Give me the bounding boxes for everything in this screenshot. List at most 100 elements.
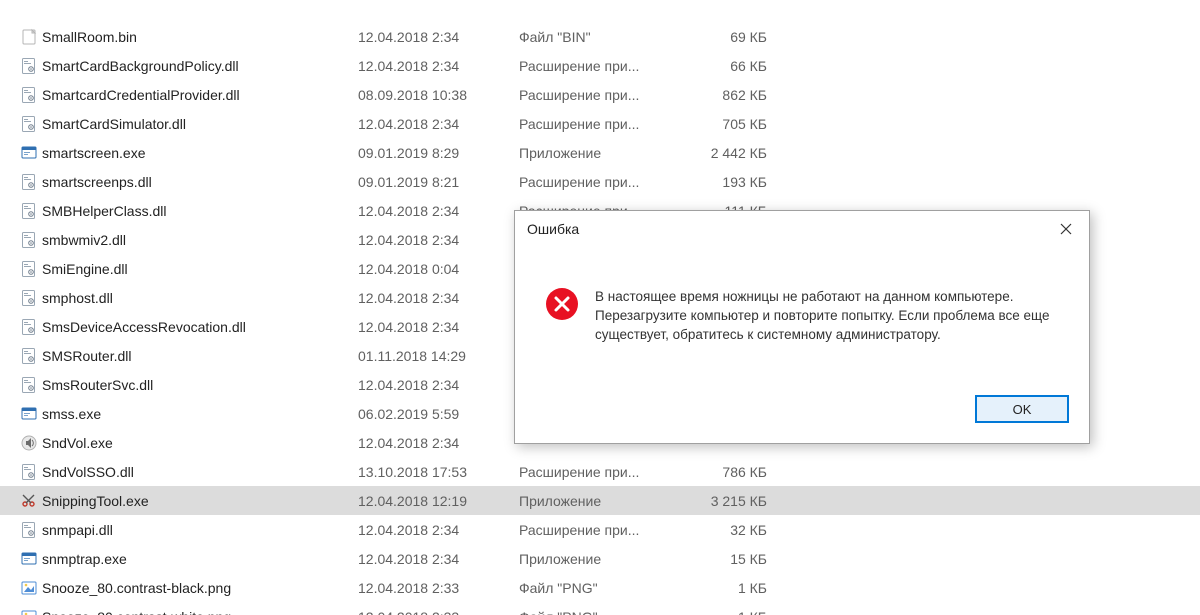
file-date: 12.04.2018 2:34 [358, 58, 519, 74]
file-type: Расширение при... [519, 174, 693, 190]
file-date: 12.04.2018 2:34 [358, 232, 519, 248]
file-date: 12.04.2018 2:33 [358, 609, 519, 615]
dialog-message: В настоящее время ножницы не работают на… [595, 287, 1063, 344]
close-icon[interactable] [1043, 211, 1089, 247]
file-date: 12.04.2018 2:34 [358, 435, 519, 451]
file-name: SmartcardCredentialProvider.dll [42, 87, 240, 103]
file-size: 786 КБ [693, 464, 773, 480]
png-icon [20, 579, 38, 597]
file-name: smbwmiv2.dll [42, 232, 126, 248]
file-size: 2 442 КБ [693, 145, 773, 161]
dll-icon [20, 521, 38, 539]
file-size: 1 КБ [693, 609, 773, 615]
file-type: Файл "PNG" [519, 609, 693, 615]
file-date: 09.01.2019 8:29 [358, 145, 519, 161]
dll-icon [20, 86, 38, 104]
file-type: Расширение при... [519, 87, 693, 103]
file-name: SndVolSSO.dll [42, 464, 134, 480]
file-name: Snooze_80.contrast-white.png [42, 609, 231, 615]
file-size: 705 КБ [693, 116, 773, 132]
file-size: 193 КБ [693, 174, 773, 190]
file-name: SndVol.exe [42, 435, 113, 451]
error-icon [545, 287, 579, 321]
file-name: SmiEngine.dll [42, 261, 128, 277]
file-row[interactable]: snmpapi.dll 12.04.2018 2:34Расширение при… [0, 515, 1200, 544]
file-date: 12.04.2018 2:34 [358, 319, 519, 335]
file-date: 12.04.2018 2:34 [358, 116, 519, 132]
dll-icon [20, 173, 38, 191]
file-name: SMSRouter.dll [42, 348, 131, 364]
dll-icon [20, 347, 38, 365]
file-name: SMBHelperClass.dll [42, 203, 166, 219]
file-name: SnippingTool.exe [42, 493, 149, 509]
exe-icon [20, 405, 38, 423]
file-date: 12.04.2018 2:34 [358, 203, 519, 219]
file-type: Расширение при... [519, 116, 693, 132]
file-name: SmartCardBackgroundPolicy.dll [42, 58, 239, 74]
file-row[interactable]: SmartcardCredentialProvider.dll 08.09.201… [0, 80, 1200, 109]
file-date: 12.04.2018 0:04 [358, 261, 519, 277]
dll-icon [20, 463, 38, 481]
file-row[interactable]: SmartCardBackgroundPolicy.dll 12.04.2018 … [0, 51, 1200, 80]
dll-icon [20, 202, 38, 220]
dll-icon [20, 231, 38, 249]
file-size: 69 КБ [693, 29, 773, 45]
dll-icon [20, 115, 38, 133]
file-date: 12.04.2018 12:19 [358, 493, 519, 509]
dll-icon [20, 289, 38, 307]
snip-icon [20, 492, 38, 510]
file-type: Приложение [519, 145, 693, 161]
file-size: 15 КБ [693, 551, 773, 567]
file-row[interactable]: Snooze_80.contrast-black.png 12.04.2018 2… [0, 573, 1200, 602]
png-icon [20, 608, 38, 615]
file-date: 01.11.2018 14:29 [358, 348, 519, 364]
file-row[interactable]: SndVolSSO.dll 13.10.2018 17:53Расширение … [0, 457, 1200, 486]
dialog-titlebar[interactable]: Ошибка [515, 211, 1089, 247]
file-row[interactable]: SmallRoom.bin 12.04.2018 2:34Файл "BIN"69… [0, 22, 1200, 51]
dll-icon [20, 318, 38, 336]
file-row[interactable]: snmptrap.exe12.04.2018 2:34Приложение15 … [0, 544, 1200, 573]
file-name: smartscreen.exe [42, 145, 145, 161]
file-date: 12.04.2018 2:34 [358, 290, 519, 306]
file-row[interactable]: smartscreenps.dll 09.01.2019 8:21Расширен… [0, 167, 1200, 196]
dialog-title: Ошибка [527, 221, 579, 237]
file-row[interactable]: smartscreen.exe 09.01.2019 8:29Приложение… [0, 138, 1200, 167]
file-name: SmsDeviceAccessRevocation.dll [42, 319, 246, 335]
file-type: Файл "BIN" [519, 29, 693, 45]
volume-icon [20, 434, 38, 452]
bin-icon [20, 28, 38, 46]
file-size: 66 КБ [693, 58, 773, 74]
file-row[interactable]: Snooze_80.contrast-white.png 12.04.2018 2… [0, 602, 1200, 615]
file-name: SmallRoom.bin [42, 29, 137, 45]
file-type: Расширение при... [519, 58, 693, 74]
file-size: 32 КБ [693, 522, 773, 538]
ok-button[interactable]: OK [975, 395, 1069, 423]
file-row[interactable]: SmartCardSimulator.dll 12.04.2018 2:34Рас… [0, 109, 1200, 138]
file-type: Расширение при... [519, 522, 693, 538]
dll-icon [20, 376, 38, 394]
file-name: smphost.dll [42, 290, 113, 306]
file-date: 08.09.2018 10:38 [358, 87, 519, 103]
file-name: SmartCardSimulator.dll [42, 116, 186, 132]
file-date: 12.04.2018 2:34 [358, 551, 519, 567]
file-date: 12.04.2018 2:34 [358, 522, 519, 538]
file-date: 12.04.2018 2:34 [358, 377, 519, 393]
file-type: Приложение [519, 551, 693, 567]
file-type: Приложение [519, 493, 693, 509]
file-date: 12.04.2018 2:33 [358, 580, 519, 596]
dll-icon [20, 57, 38, 75]
file-date: 09.01.2019 8:21 [358, 174, 519, 190]
file-date: 06.02.2019 5:59 [358, 406, 519, 422]
file-size: 1 КБ [693, 580, 773, 596]
file-date: 12.04.2018 2:34 [358, 29, 519, 45]
file-name: Snooze_80.contrast-black.png [42, 580, 231, 596]
dll-icon [20, 260, 38, 278]
file-type: Расширение при... [519, 464, 693, 480]
file-size: 3 215 КБ [693, 493, 773, 509]
file-date: 13.10.2018 17:53 [358, 464, 519, 480]
file-name: snmpapi.dll [42, 522, 113, 538]
file-row[interactable]: SnippingTool.exe 12.04.2018 12:19Приложен… [0, 486, 1200, 515]
file-size: 862 КБ [693, 87, 773, 103]
file-name: smartscreenps.dll [42, 174, 152, 190]
file-name: smss.exe [42, 406, 101, 422]
